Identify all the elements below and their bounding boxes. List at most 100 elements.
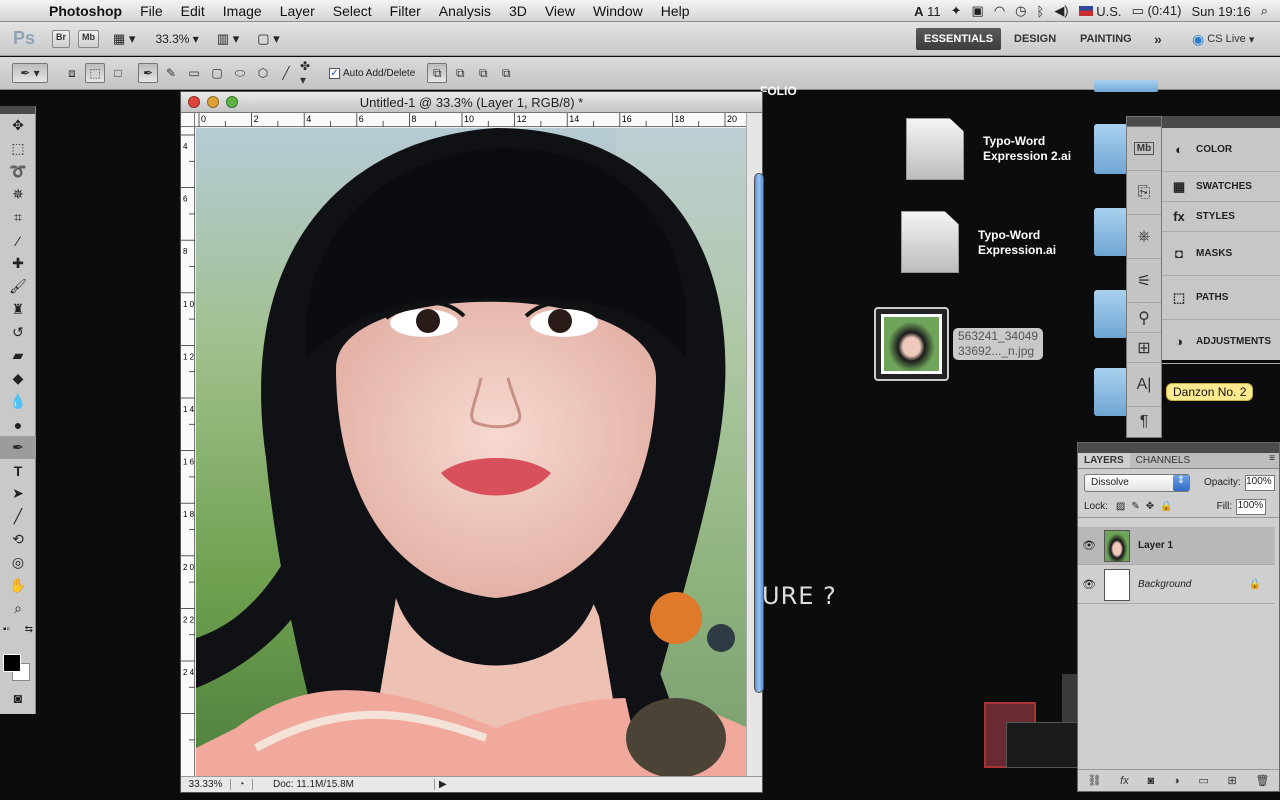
- menu-3d[interactable]: 3D: [500, 3, 536, 19]
- tools-panel-grip[interactable]: [0, 106, 35, 114]
- swatches-panel-button[interactable]: ▦ SWATCHES: [1162, 172, 1280, 202]
- custom-shape-option[interactable]: ✤ ▾: [299, 59, 319, 87]
- workspace-painting[interactable]: PAINTING: [1072, 28, 1140, 50]
- masks-panel-button[interactable]: ◘ MASKS: [1162, 232, 1280, 276]
- status-options-icon[interactable]: ◔: [231, 779, 253, 790]
- scrollbar-thumb[interactable]: [754, 173, 764, 693]
- desktop-folder-icon[interactable]: [1094, 124, 1128, 174]
- cs-live-button[interactable]: ◉ CS Live ▾: [1184, 28, 1262, 50]
- brush-tool-icon[interactable]: 🖌: [0, 275, 36, 298]
- styles-panel-button[interactable]: fx STYLES: [1162, 202, 1280, 232]
- default-colors-icon[interactable]: ▪▫: [3, 624, 10, 635]
- panel-dock-grip[interactable]: [1127, 117, 1161, 127]
- desktop-image-file[interactable]: [874, 307, 949, 381]
- menu-window[interactable]: Window: [584, 3, 652, 19]
- screen-mode-button[interactable]: ▢ ▾: [257, 31, 279, 47]
- character-panel-icon[interactable]: A|: [1127, 363, 1161, 407]
- clock[interactable]: Sun 19:16: [1191, 4, 1250, 19]
- input-source[interactable]: U.S.: [1078, 4, 1122, 19]
- clone-stamp-tool-icon[interactable]: ♜: [0, 298, 36, 321]
- ellipse-option[interactable]: ⬭: [230, 63, 250, 83]
- eraser-tool-icon[interactable]: ▰: [0, 344, 36, 367]
- lock-all-icon[interactable]: 🔒: [1160, 501, 1172, 512]
- path-selection-tool-icon[interactable]: ➤: [0, 482, 36, 505]
- layers-panel-grip[interactable]: [1078, 443, 1279, 453]
- path-intersect-button[interactable]: ⧉: [473, 63, 493, 83]
- launch-bridge-button[interactable]: Br: [52, 29, 71, 48]
- 3d-rotate-tool-icon[interactable]: ⟲: [0, 528, 36, 551]
- desktop-folder-icon[interactable]: [1094, 290, 1128, 338]
- menu-filter[interactable]: Filter: [381, 3, 430, 19]
- add-mask-icon[interactable]: ◙: [1147, 775, 1154, 787]
- status-menu-arrow-icon[interactable]: ▶: [435, 779, 447, 790]
- crop-tool-icon[interactable]: ⌗: [0, 206, 36, 229]
- polygon-option[interactable]: ⬡: [253, 63, 273, 83]
- contacts-icon[interactable]: ▣: [972, 3, 984, 19]
- clone-source-panel-icon[interactable]: ⚲: [1127, 303, 1161, 333]
- tab-channels[interactable]: CHANNELS: [1130, 453, 1196, 468]
- menu-select[interactable]: Select: [324, 3, 381, 19]
- path-exclude-button[interactable]: ⧉: [496, 63, 516, 83]
- desktop-folder-icon[interactable]: [1094, 368, 1128, 416]
- adjustment-layer-icon[interactable]: ◑: [1173, 775, 1180, 787]
- hand-tool-icon[interactable]: ✋: [0, 574, 36, 597]
- desktop-file-typo-word[interactable]: [901, 211, 959, 273]
- bluetooth-icon[interactable]: ᛒ: [1037, 4, 1045, 19]
- line-tool-icon[interactable]: ╱: [0, 505, 36, 528]
- color-panel-button[interactable]: ◐ COLOR: [1162, 128, 1280, 172]
- desktop-folder-icon[interactable]: [1094, 80, 1158, 92]
- menu-edit[interactable]: Edit: [172, 3, 214, 19]
- zoom-tool-icon[interactable]: ⌕: [0, 597, 36, 620]
- new-group-icon[interactable]: ▭: [1198, 774, 1208, 787]
- workspace-design[interactable]: DESIGN: [1006, 28, 1064, 50]
- time-machine-icon[interactable]: ◷: [1015, 3, 1026, 19]
- vertical-ruler[interactable]: 4 6 8 1 0 1 2 1 4 1 6 1 8 2 0 2 2 2 4: [181, 127, 195, 777]
- opacity-input[interactable]: 100%: [1244, 474, 1275, 491]
- arrange-documents-button[interactable]: ▥ ▾: [217, 31, 239, 47]
- history-panel-icon[interactable]: ⎘: [1127, 171, 1161, 215]
- layer-row-layer-1[interactable]: 👁 Layer 1: [1078, 527, 1275, 565]
- view-extras-button[interactable]: ▦ ▾: [113, 31, 135, 47]
- tab-layers[interactable]: LAYERS: [1078, 453, 1130, 468]
- minibridge-panel-icon[interactable]: Mb: [1127, 127, 1161, 171]
- quick-selection-tool-icon[interactable]: ✵: [0, 183, 36, 206]
- visibility-eye-icon[interactable]: 👁: [1078, 539, 1100, 552]
- menu-file[interactable]: File: [131, 3, 172, 19]
- desktop-image-file-label[interactable]: 563241_34049 33692..._n.jpg: [953, 328, 1044, 360]
- vertical-scrollbar[interactable]: [746, 113, 764, 777]
- menu-view[interactable]: View: [536, 3, 584, 19]
- path-subtract-button[interactable]: ⧉: [450, 63, 470, 83]
- launch-minibridge-button[interactable]: Mb: [78, 29, 100, 48]
- pen-tool-option[interactable]: ✒: [138, 63, 158, 83]
- auto-add-delete-checkbox[interactable]: ✓ Auto Add/Delete: [329, 67, 415, 79]
- menu-help[interactable]: Help: [652, 3, 699, 19]
- spotlight-search-icon[interactable]: ⌕: [1261, 3, 1268, 19]
- layer-style-icon[interactable]: fx: [1120, 775, 1129, 787]
- brushes-panel-icon[interactable]: ⚟: [1127, 259, 1161, 303]
- desktop-file-typo-word-2[interactable]: [906, 118, 964, 180]
- paths-panel-button[interactable]: ⬚ PATHS: [1162, 276, 1280, 320]
- link-layers-icon[interactable]: ⛓: [1087, 774, 1101, 787]
- panel-names-grip[interactable]: [1162, 116, 1280, 128]
- workspace-essentials[interactable]: ESSENTIALS: [916, 28, 1002, 50]
- 3d-orbit-tool-icon[interactable]: ◎: [0, 551, 36, 574]
- horizontal-ruler[interactable]: 0 2 4 6 8 10 12 14 16 18 20: [195, 113, 748, 127]
- eyedropper-tool-icon[interactable]: ⁄: [0, 229, 36, 252]
- new-layer-icon[interactable]: ⊞: [1228, 774, 1237, 787]
- lock-image-icon[interactable]: ✎: [1131, 501, 1139, 512]
- move-tool-icon[interactable]: ✥: [0, 114, 36, 137]
- menu-analysis[interactable]: Analysis: [430, 3, 500, 19]
- blend-mode-select[interactable]: Dissolve ⇕: [1084, 473, 1190, 492]
- rounded-rectangle-option[interactable]: ▢: [207, 63, 227, 83]
- more-workspaces-button[interactable]: »: [1146, 28, 1170, 50]
- visibility-eye-icon[interactable]: 👁: [1078, 578, 1100, 591]
- delete-layer-icon[interactable]: 🗑: [1256, 774, 1270, 787]
- paragraph-panel-icon[interactable]: ¶: [1127, 407, 1161, 437]
- pen-tool-icon[interactable]: ✒: [0, 436, 36, 459]
- ruler-origin[interactable]: [181, 113, 195, 127]
- freeform-pen-option[interactable]: ✎: [161, 63, 181, 83]
- lasso-tool-icon[interactable]: ➰: [0, 160, 36, 183]
- quick-mask-icon[interactable]: ◙: [0, 686, 36, 709]
- line-option[interactable]: ╱: [276, 63, 296, 83]
- navigator-panel-icon[interactable]: ⎈: [1127, 215, 1161, 259]
